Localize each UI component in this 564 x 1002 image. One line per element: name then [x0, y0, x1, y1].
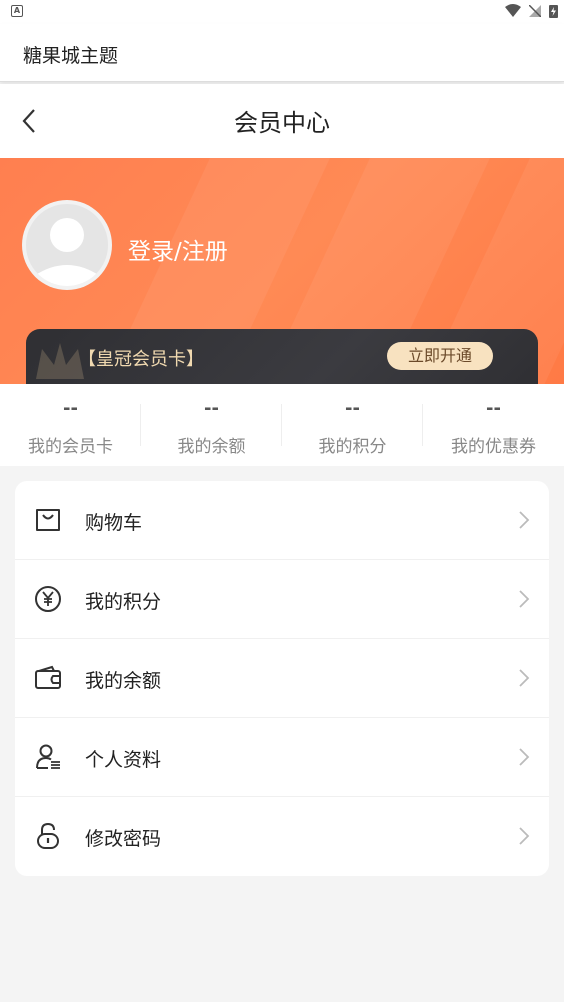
activate-vip-button[interactable]: 立即开通 — [387, 342, 493, 370]
stat-value: -- — [486, 398, 501, 419]
notification-a-icon: A — [11, 5, 23, 17]
stat-value: -- — [204, 398, 219, 419]
chevron-right-icon — [519, 590, 530, 608]
avatar[interactable] — [22, 200, 112, 290]
nav-bar: 会员中心 — [0, 84, 564, 158]
menu-item-points[interactable]: 我的积分 — [15, 560, 549, 639]
stat-label: 我的积分 — [318, 437, 387, 457]
profile-header: 登录/注册 【皇冠会员卡】 立即开通 — [0, 158, 564, 384]
stat-value: -- — [63, 398, 78, 419]
default-avatar-icon — [34, 218, 100, 286]
stat-label: 我的余额 — [177, 437, 246, 457]
menu-item-label: 我的余额 — [85, 670, 162, 692]
page-title: 会员中心 — [234, 109, 330, 137]
wallet-icon — [33, 663, 63, 693]
menu-item-profile[interactable]: 个人资料 — [15, 718, 549, 797]
menu-item-balance[interactable]: 我的余额 — [15, 639, 549, 718]
stat-value: -- — [345, 398, 360, 419]
signal-off-icon — [529, 5, 541, 17]
stat-label: 我的会员卡 — [28, 437, 113, 457]
menu-item-label: 修改密码 — [85, 828, 162, 850]
chevron-right-icon — [519, 669, 530, 687]
user-profile-icon — [33, 742, 63, 772]
stat-membership-cards[interactable]: -- 我的会员卡 — [0, 384, 141, 466]
vip-card-name: 【皇冠会员卡】 — [78, 349, 204, 370]
stat-coupons[interactable]: -- 我的优惠券 — [423, 384, 564, 466]
menu-list: 购物车 我的积分 我的余额 个人资料 修改密码 — [15, 481, 549, 876]
stat-balance[interactable]: -- 我的余额 — [141, 384, 282, 466]
vip-card[interactable]: 【皇冠会员卡】 立即开通 — [26, 329, 538, 384]
menu-item-label: 我的积分 — [85, 591, 162, 613]
yen-coin-icon — [33, 584, 63, 614]
stat-points[interactable]: -- 我的积分 — [282, 384, 423, 466]
stats-row: -- 我的会员卡 -- 我的余额 -- 我的积分 -- 我的优惠券 — [0, 384, 564, 466]
battery-charging-icon — [549, 5, 558, 18]
menu-item-label: 购物车 — [85, 512, 143, 534]
wifi-icon — [505, 4, 521, 17]
app-title: 糖果城主题 — [23, 45, 119, 67]
stat-label: 我的优惠券 — [451, 437, 536, 457]
chevron-right-icon — [519, 748, 530, 766]
lock-icon — [33, 821, 63, 851]
status-bar: A — [0, 0, 564, 24]
app-title-bar: 糖果城主题 — [0, 24, 564, 82]
chevron-right-icon — [519, 827, 530, 845]
chevron-right-icon — [519, 511, 530, 529]
login-register-link[interactable]: 登录/注册 — [128, 232, 228, 266]
menu-item-cart[interactable]: 购物车 — [15, 481, 549, 560]
menu-item-label: 个人资料 — [85, 749, 162, 771]
menu-item-change-password[interactable]: 修改密码 — [15, 797, 549, 876]
shopping-bag-icon — [33, 505, 63, 535]
